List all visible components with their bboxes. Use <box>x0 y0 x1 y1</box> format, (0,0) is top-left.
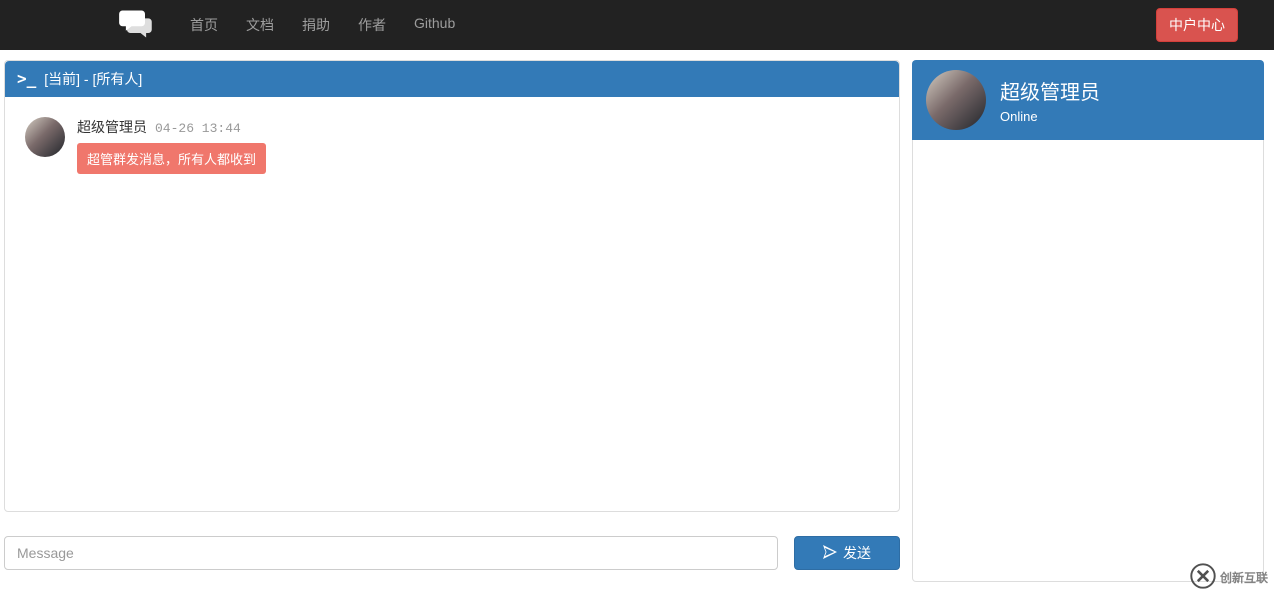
watermark: 创新互联 <box>1190 563 1268 592</box>
chat-column: >_ [当前] - [所有人] 超级管理员 04-26 13:44 超管群发消息… <box>4 60 900 582</box>
chat-panel: >_ [当前] - [所有人] 超级管理员 04-26 13:44 超管群发消息… <box>4 60 900 512</box>
watermark-text: 创新互联 <box>1220 569 1268 586</box>
send-button-label: 发送 <box>843 543 871 563</box>
nav-link-author[interactable]: 作者 <box>344 0 400 50</box>
chat-message: 超级管理员 04-26 13:44 超管群发消息，所有人都收到 <box>25 117 879 174</box>
message-header: 超级管理员 04-26 13:44 <box>77 117 266 137</box>
chat-panel-header: >_ [当前] - [所有人] <box>5 61 899 97</box>
message-avatar <box>25 117 65 157</box>
nav-links: 首页 文档 捐助 作者 Github <box>176 0 469 50</box>
terminal-icon: >_ <box>17 71 36 87</box>
current-user-status: Online <box>1000 109 1100 124</box>
message-time: 04-26 13:44 <box>155 121 241 136</box>
user-panel-header: 超级管理员 Online <box>912 60 1264 140</box>
user-panel-body[interactable] <box>912 140 1264 582</box>
user-panel: 超级管理员 Online <box>912 60 1264 582</box>
message-body: 超级管理员 04-26 13:44 超管群发消息，所有人都收到 <box>77 117 266 174</box>
nav-link-docs[interactable]: 文档 <box>232 0 288 50</box>
chat-bubbles-icon <box>118 6 154 45</box>
brand-logo[interactable] <box>112 0 160 50</box>
nav-link-home[interactable]: 首页 <box>176 0 232 50</box>
message-sender-name: 超级管理员 <box>77 117 147 137</box>
nav-link-donate[interactable]: 捐助 <box>288 0 344 50</box>
compose-row: 发送 <box>4 536 900 570</box>
sidebar-column: 超级管理员 Online <box>912 60 1264 582</box>
chat-panel-title: [当前] - [所有人] <box>44 69 142 89</box>
message-input[interactable] <box>4 536 778 570</box>
send-button[interactable]: 发送 <box>794 536 900 570</box>
main-content: >_ [当前] - [所有人] 超级管理员 04-26 13:44 超管群发消息… <box>0 50 1274 582</box>
current-user-avatar <box>926 70 986 130</box>
chat-messages[interactable]: 超级管理员 04-26 13:44 超管群发消息，所有人都收到 <box>5 97 899 511</box>
message-bubble: 超管群发消息，所有人都收到 <box>77 143 266 174</box>
watermark-logo-icon <box>1190 563 1216 592</box>
paper-plane-icon <box>823 545 837 562</box>
navbar: 首页 文档 捐助 作者 Github 中户中心 <box>0 0 1274 50</box>
user-center-button[interactable]: 中户中心 <box>1156 8 1238 42</box>
nav-link-github[interactable]: Github <box>400 0 469 50</box>
current-user-name: 超级管理员 <box>1000 76 1100 105</box>
